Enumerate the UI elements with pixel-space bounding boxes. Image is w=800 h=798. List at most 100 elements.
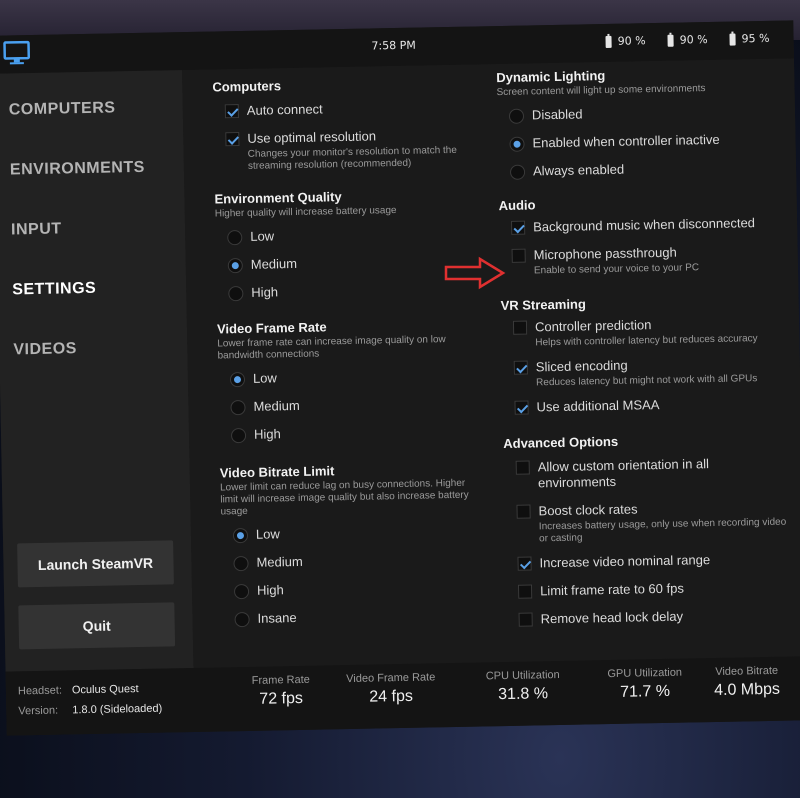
radio-unselected[interactable] xyxy=(233,555,249,572)
stat-label: Video Frame Rate xyxy=(346,671,436,686)
radio-unselected[interactable] xyxy=(230,427,247,444)
radio-selected[interactable] xyxy=(227,257,243,274)
checkbox-unchecked[interactable] xyxy=(517,584,533,599)
radio-unselected[interactable] xyxy=(508,108,525,124)
version-label: Version: xyxy=(18,704,59,718)
stat-value: 31.8 % xyxy=(498,685,549,704)
sidebar-item-videos[interactable]: VIDEOS xyxy=(13,340,77,359)
section-title-vr-streaming: VR Streaming xyxy=(500,296,587,314)
section-title-dynamic-lighting: Dynamic Lighting xyxy=(496,68,606,86)
limit-fps-checkbox[interactable]: Limit frame rate to 60 fps xyxy=(517,580,685,600)
checkbox-unchecked[interactable] xyxy=(512,320,528,335)
radio-selected[interactable] xyxy=(509,136,525,152)
sliced-encoding-checkbox[interactable]: Sliced encoding Reduces latency but migh… xyxy=(513,355,758,390)
radio-frame-rate-high[interactable]: High xyxy=(230,426,281,444)
stat-value: 24 fps xyxy=(369,687,414,706)
option-label: Always enabled xyxy=(532,161,625,179)
checkbox-unchecked[interactable] xyxy=(511,248,526,263)
battery-level: 90 % xyxy=(679,33,708,47)
sidebar-item-settings[interactable]: SETTINGS xyxy=(12,280,96,300)
sidebar-item-environments[interactable]: ENVIRONMENTS xyxy=(10,159,145,180)
radio-lighting-always[interactable]: Always enabled xyxy=(509,161,625,180)
option-description: Helps with controller latency but reduce… xyxy=(535,333,758,349)
checkbox-unchecked[interactable] xyxy=(518,612,533,627)
battery-icon xyxy=(667,34,674,47)
stat-label: Frame Rate xyxy=(251,673,310,687)
checkbox-checked[interactable] xyxy=(513,360,528,375)
sidebar-item-computers[interactable]: COMPUTERS xyxy=(9,99,116,119)
microphone-passthrough-checkbox[interactable]: Microphone passthrough Enable to send yo… xyxy=(511,244,700,278)
checkbox-unchecked[interactable] xyxy=(515,460,530,475)
radio-unselected[interactable] xyxy=(233,583,250,600)
section-title-audio: Audio xyxy=(498,197,536,214)
background-music-checkbox[interactable]: Background music when disconnected xyxy=(511,215,755,236)
radio-frame-rate-medium[interactable]: Medium xyxy=(230,397,300,416)
option-description: Enable to send your voice to your PC xyxy=(533,262,700,277)
section-description: Higher quality will increase battery usa… xyxy=(214,205,397,220)
checkbox-checked[interactable] xyxy=(517,556,532,571)
option-label: High xyxy=(251,284,279,300)
option-description: Reduces latency but might not work with … xyxy=(536,373,758,389)
sidebar-item-input[interactable]: INPUT xyxy=(11,220,62,239)
optimal-resolution-checkbox[interactable]: Use optimal resolution Changes your moni… xyxy=(225,127,476,174)
option-label: Medium xyxy=(256,553,303,570)
section-title-video-frame-rate: Video Frame Rate xyxy=(216,319,327,337)
head-lock-delay-checkbox[interactable]: Remove head lock delay xyxy=(518,608,684,628)
nominal-range-checkbox[interactable]: Increase video nominal range xyxy=(517,552,710,572)
section-description: Lower limit can reduce lag on busy conne… xyxy=(219,477,469,518)
quit-button[interactable]: Quit xyxy=(18,602,176,650)
checkbox-checked[interactable] xyxy=(511,220,526,235)
radio-selected[interactable] xyxy=(229,371,246,388)
checkbox-checked[interactable] xyxy=(224,104,239,119)
option-description: Increases battery usage, only use when r… xyxy=(538,516,787,545)
radio-unselected[interactable] xyxy=(509,164,526,180)
option-label: Remove head lock delay xyxy=(540,608,684,627)
checkbox-checked[interactable] xyxy=(514,400,529,415)
radio-selected[interactable] xyxy=(232,527,249,544)
stat-label: GPU Utilization xyxy=(607,666,683,681)
checkbox-unchecked[interactable] xyxy=(516,504,531,519)
controller-prediction-checkbox[interactable]: Controller prediction Helps with control… xyxy=(512,315,758,350)
radio-bitrate-high[interactable]: High xyxy=(233,582,284,600)
option-label: Auto connect xyxy=(246,101,323,118)
settings-content: Computers Auto connect Use optimal resol… xyxy=(182,58,800,669)
battery-controller-right: 95 % xyxy=(729,32,770,46)
section-title-video-bitrate-limit: Video Bitrate Limit xyxy=(219,463,335,481)
radio-env-quality-high[interactable]: High xyxy=(228,284,279,302)
radio-bitrate-insane[interactable]: Insane xyxy=(234,610,297,628)
stat-frame-rate: Frame Rate 72 fps xyxy=(226,673,337,709)
battery-headset: 90 % xyxy=(605,34,646,48)
version-value: 1.8.0 (Sideloaded) xyxy=(72,702,163,717)
option-label: Increase video nominal range xyxy=(539,552,711,571)
app-window: 7:58 PM 90 % 90 % 95 % COMPUTERS ENVIRON… xyxy=(0,20,800,736)
radio-lighting-disabled[interactable]: Disabled xyxy=(508,106,583,124)
radio-env-quality-medium[interactable]: Medium xyxy=(227,256,298,274)
auto-connect-checkbox[interactable]: Auto connect xyxy=(224,101,323,119)
radio-bitrate-low[interactable]: Low xyxy=(232,526,280,544)
option-description: Changes your monitor's resolution to mat… xyxy=(247,144,457,172)
additional-msaa-checkbox[interactable]: Use additional MSAA xyxy=(514,397,660,416)
stat-cpu-utilization: CPU Utilization 31.8 % xyxy=(468,669,579,705)
stat-gpu-utilization: GPU Utilization 71.7 % xyxy=(590,666,701,702)
radio-unselected[interactable] xyxy=(228,285,244,302)
option-label: Medium xyxy=(253,397,300,414)
launch-steamvr-button[interactable]: Launch SteamVR xyxy=(17,540,174,588)
radio-unselected[interactable] xyxy=(230,399,246,416)
stat-label: Video Bitrate xyxy=(715,664,779,679)
radio-env-quality-low[interactable]: Low xyxy=(227,228,274,246)
radio-unselected[interactable] xyxy=(227,230,243,246)
custom-orientation-checkbox[interactable]: Allow custom orientation in all environm… xyxy=(515,455,767,492)
option-label: Insane xyxy=(257,610,297,626)
boost-clock-checkbox[interactable]: Boost clock rates Increases battery usag… xyxy=(516,498,797,545)
radio-lighting-controller-inactive[interactable]: Enabled when controller inactive xyxy=(509,132,720,152)
radio-unselected[interactable] xyxy=(234,611,250,628)
section-title-computers: Computers xyxy=(212,78,282,95)
radio-bitrate-medium[interactable]: Medium xyxy=(233,553,303,572)
battery-icon xyxy=(729,32,736,46)
stat-value: 71.7 % xyxy=(620,682,671,701)
checkbox-checked[interactable] xyxy=(225,132,240,147)
radio-frame-rate-low[interactable]: Low xyxy=(229,370,277,388)
battery-status: 90 % 90 % 95 % xyxy=(605,32,770,48)
option-label: Limit frame rate to 60 fps xyxy=(539,580,685,599)
section-title-environment-quality: Environment Quality xyxy=(214,189,342,207)
